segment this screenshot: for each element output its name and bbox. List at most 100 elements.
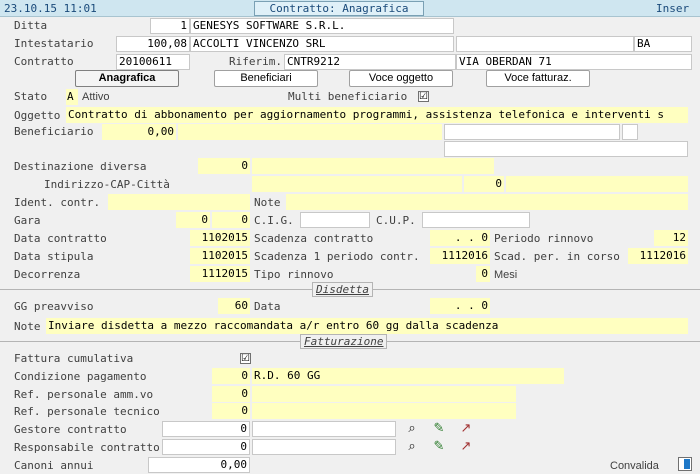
responsabile-search-icon[interactable]: ⌕ <box>403 438 421 456</box>
tipo-rinnovo-text: Mesi <box>494 269 518 281</box>
riferimento-label: Riferim. <box>229 55 282 68</box>
gara-field-2[interactable]: 0 <box>212 212 250 228</box>
ref-amm-name-field[interactable] <box>252 386 516 402</box>
data-contratto-field[interactable]: 1102015 <box>190 230 250 246</box>
ditta-label: Ditta <box>14 19 48 32</box>
convalida-toggle-indicator <box>684 459 690 469</box>
scadenza-contratto-field[interactable]: . . 0 <box>430 230 490 246</box>
destinazione-code-field[interactable]: 0 <box>198 158 250 174</box>
gara-label: Gara <box>14 214 41 227</box>
cup-label: C.U.P. <box>376 214 416 227</box>
stato-label: Stato <box>14 90 48 103</box>
disdetta-data-label: Data <box>254 300 281 313</box>
tab-voce-fatturazione[interactable]: Voce fatturaz. <box>486 70 590 87</box>
gara-field-1[interactable]: 0 <box>176 212 210 228</box>
ref-tec-name-field[interactable] <box>252 403 516 419</box>
note-field[interactable] <box>286 194 688 210</box>
ident-contr-field[interactable] <box>108 194 250 210</box>
gestore-contratto-label: Gestore contratto <box>14 423 127 436</box>
fattura-cumulativa-label: Fattura cumulativa <box>14 352 134 365</box>
window-title: Contratto: Anagrafica <box>254 1 424 16</box>
tab-beneficiari[interactable]: Beneficiari <box>214 70 318 87</box>
tab-voce-oggetto[interactable]: Voce oggetto <box>349 70 453 87</box>
decorrenza-field[interactable]: 1112015 <box>190 266 250 282</box>
beneficiario-code-field[interactable]: 0,00 <box>102 124 176 140</box>
decorrenza-label: Decorrenza <box>14 268 81 281</box>
datetime-label: 23.10.15 11:01 <box>4 2 97 15</box>
intestatario-prov-field[interactable]: BA <box>634 36 692 52</box>
contract-window: 23.10.15 11:01 Contratto: Anagrafica Ins… <box>0 0 700 474</box>
beneficiario-label: Beneficiario <box>14 125 94 138</box>
window-title-text: Contratto: Anagrafica <box>269 2 409 15</box>
cup-field[interactable] <box>422 212 530 228</box>
ditta-code-field[interactable]: 1 <box>150 18 190 34</box>
ref-tec-code-field[interactable]: 0 <box>212 403 250 419</box>
tipo-rinnovo-label: Tipo rinnovo <box>254 268 334 281</box>
note-label: Note <box>254 196 281 209</box>
ref-amm-code-field[interactable]: 0 <box>212 386 250 402</box>
address-field[interactable]: VIA OBERDAN 71 <box>456 54 692 70</box>
scadenza-1-periodo-label: Scadenza 1 periodo contr. <box>254 250 420 263</box>
condizione-pagamento-code-field[interactable]: 0 <box>212 368 250 384</box>
contratto-number-field[interactable]: 20100611 <box>116 54 190 70</box>
tipo-rinnovo-field[interactable]: 0 <box>476 266 490 282</box>
periodo-rinnovo-label: Periodo rinnovo <box>494 232 594 245</box>
canoni-annui-label: Canoni annui <box>14 459 94 472</box>
stato-code-field[interactable]: A <box>66 89 78 105</box>
intestatario-label: Intestatario <box>14 37 94 50</box>
gg-preavviso-label: GG preavviso <box>14 300 94 313</box>
data-stipula-label: Data stipula <box>14 250 94 263</box>
disdetta-data-field[interactable]: . . 0 <box>430 298 490 314</box>
ref-amm-label: Ref. personale amm.vo <box>14 388 154 401</box>
beneficiario-extra-field[interactable] <box>444 124 620 140</box>
intestatario-extra-field[interactable] <box>456 36 634 52</box>
gestore-contratto-name-field[interactable] <box>252 421 396 437</box>
multi-beneficiario-checkbox[interactable]: ☑ <box>418 91 429 102</box>
intestatario-name-field[interactable]: ACCOLTI VINCENZO SRL <box>190 36 454 52</box>
gg-preavviso-field[interactable]: 60 <box>218 298 250 314</box>
condizione-pagamento-label: Condizione pagamento <box>14 370 147 383</box>
responsabile-contratto-label: Responsabile contratto <box>14 441 160 454</box>
scad-per-in-corso-label: Scad. per. in corso <box>494 250 620 263</box>
indirizzo-field[interactable] <box>252 176 462 192</box>
condizione-pagamento-text-field[interactable]: R.D. 60 GG <box>252 368 564 384</box>
indirizzo-cap-citta-label: Indirizzo-CAP-Città <box>44 178 170 191</box>
ident-contr-label: Ident. contr. <box>14 196 101 209</box>
intestatario-code-field[interactable]: 100,08 <box>116 36 190 52</box>
scadenza-contratto-label: Scadenza contratto <box>254 232 374 245</box>
ditta-name-field[interactable]: GENESYS SOFTWARE S.R.L. <box>190 18 454 34</box>
gestore-contratto-code-field[interactable]: 0 <box>162 421 250 437</box>
gestore-search-icon[interactable]: ⌕ <box>403 420 421 438</box>
cig-field[interactable] <box>300 212 370 228</box>
beneficiario-prov-field[interactable] <box>622 124 638 140</box>
convalida-toggle[interactable] <box>678 457 692 471</box>
beneficiario-address-field[interactable] <box>444 141 688 157</box>
ref-tec-label: Ref. personale tecnico <box>14 405 160 418</box>
fatturazione-section-label: Fatturazione <box>300 334 388 349</box>
riferimento-field[interactable]: CNTR9212 <box>284 54 456 70</box>
responsabile-edit-icon[interactable]: ✎ <box>430 438 448 456</box>
periodo-rinnovo-field[interactable]: 12 <box>654 230 688 246</box>
multi-beneficiario-label: Multi beneficiario <box>288 90 408 103</box>
tab-anagrafica[interactable]: Anagrafica <box>75 70 179 87</box>
fattura-cumulativa-checkbox[interactable]: ☑ <box>240 353 251 364</box>
data-stipula-field[interactable]: 1102015 <box>190 248 250 264</box>
data-contratto-label: Data contratto <box>14 232 107 245</box>
responsabile-detail-icon[interactable]: ↗ <box>457 438 475 456</box>
scad-per-in-corso-field[interactable]: 1112016 <box>628 248 688 264</box>
gestore-edit-icon[interactable]: ✎ <box>430 420 448 438</box>
beneficiario-name-field[interactable] <box>178 124 442 140</box>
stato-text: Attivo <box>82 91 110 103</box>
disdetta-section-label: Disdetta <box>312 282 373 297</box>
disdetta-note-field[interactable]: Inviare disdetta a mezzo raccomandata a/… <box>46 318 688 334</box>
scadenza-1-periodo-field[interactable]: 1112016 <box>430 248 490 264</box>
gestore-detail-icon[interactable]: ↗ <box>457 420 475 438</box>
responsabile-contratto-name-field[interactable] <box>252 439 396 455</box>
responsabile-contratto-code-field[interactable]: 0 <box>162 439 250 455</box>
cig-label: C.I.G. <box>254 214 294 227</box>
canoni-annui-field[interactable]: 0,00 <box>148 457 250 473</box>
destinazione-name-field[interactable] <box>252 158 494 174</box>
cap-field[interactable]: 0 <box>464 176 504 192</box>
citta-field[interactable] <box>506 176 688 192</box>
oggetto-field[interactable]: Contratto di abbonamento per aggiornamen… <box>66 107 688 123</box>
